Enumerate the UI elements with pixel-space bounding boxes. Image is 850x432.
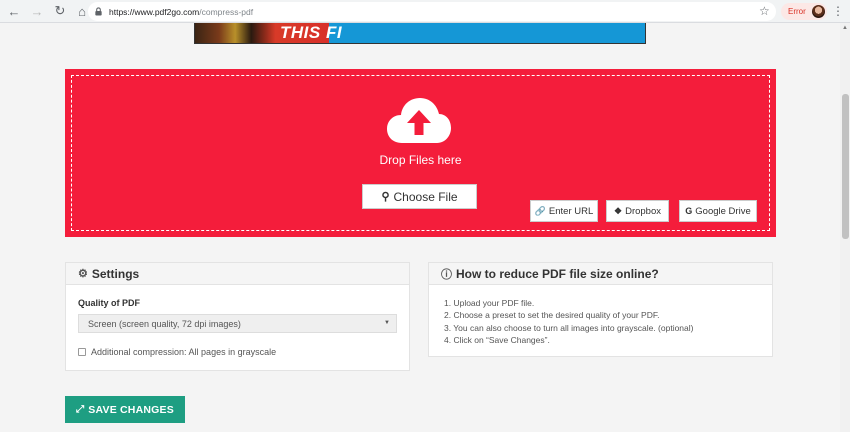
avatar xyxy=(812,5,825,18)
compress-arrows-icon: ⤢ xyxy=(76,404,85,415)
choose-file-button[interactable]: ⚲ Choose File xyxy=(362,184,477,209)
ad-banner[interactable]: THIS FI xyxy=(194,23,646,44)
grayscale-option[interactable]: Additional compression: All pages in gra… xyxy=(78,347,276,357)
google-drive-button[interactable]: G Google Drive xyxy=(679,200,757,222)
enter-url-label: Enter URL xyxy=(548,205,594,217)
back-arrow-icon[interactable]: ← xyxy=(5,2,23,20)
list-item: 4. Click on “Save Changes”. xyxy=(444,334,550,345)
caret-down-icon: ▼ xyxy=(384,320,390,326)
ad-text: THIS FI xyxy=(280,23,343,42)
settings-title: Settings xyxy=(91,266,140,281)
save-changes-label: SAVE CHANGES xyxy=(88,403,174,416)
settings-panel: ⚙ Settings Quality of PDF Screen (screen… xyxy=(65,262,410,371)
scroll-up-icon[interactable]: ▲ xyxy=(840,25,850,31)
dropbox-label: Dropbox xyxy=(625,205,661,217)
search-icon: ⚲ xyxy=(381,191,390,203)
howto-title: How to reduce PDF file size online? xyxy=(456,266,659,281)
profile-error-button[interactable]: Error xyxy=(781,3,827,20)
quality-label: Quality of PDF xyxy=(78,298,141,308)
grayscale-checkbox[interactable] xyxy=(78,348,86,356)
settings-header: ⚙ Settings xyxy=(66,263,409,285)
howto-header: ⓘ How to reduce PDF file size online? xyxy=(429,263,772,285)
list-item: 1. Upload your PDF file. xyxy=(444,298,535,308)
reload-icon[interactable]: ↻ xyxy=(51,2,69,20)
cloud-upload-icon xyxy=(387,98,451,143)
error-label: Error xyxy=(788,7,806,16)
list-item: 3. You can also choose to turn all image… xyxy=(444,322,694,333)
bookmark-star-icon[interactable]: ☆ xyxy=(759,4,770,18)
forward-arrow-icon[interactable]: → xyxy=(28,2,46,20)
drop-files-text: Drop Files here xyxy=(379,153,462,167)
lock-icon xyxy=(95,7,102,16)
list-item: 2. Choose a preset to set the desired qu… xyxy=(444,310,660,321)
howto-panel: ⓘ How to reduce PDF file size online? 1.… xyxy=(428,262,773,357)
google-icon: G xyxy=(685,206,693,216)
quality-select[interactable]: Screen (screen quality, 72 dpi images) ▼ xyxy=(78,314,397,333)
howto-steps: 1. Upload your PDF file. 2. Choose a pre… xyxy=(444,297,693,346)
url-path: /compress-pdf xyxy=(199,6,254,17)
gears-icon: ⚙ xyxy=(78,268,88,280)
choose-file-label: Choose File xyxy=(393,189,458,204)
browser-toolbar: ← → ↻ ⌂ https://www.pdf2go.com/compress-… xyxy=(0,0,850,23)
google-drive-label: Google Drive xyxy=(695,205,751,217)
link-icon: 🔗 xyxy=(534,205,546,216)
dropbox-button[interactable]: ❖ Dropbox xyxy=(606,200,669,222)
dropbox-icon: ❖ xyxy=(614,205,623,216)
menu-dots-icon[interactable]: ⋮ xyxy=(832,4,844,18)
save-changes-button[interactable]: ⤢ SAVE CHANGES xyxy=(65,396,185,423)
url-host: https://www.pdf2go.com xyxy=(109,6,200,17)
scroll-thumb[interactable] xyxy=(842,94,849,239)
grayscale-label: Additional compression: All pages in gra… xyxy=(91,347,277,357)
quality-value: Screen (screen quality, 72 dpi images) xyxy=(88,318,241,329)
address-bar[interactable]: https://www.pdf2go.com/compress-pdf xyxy=(88,2,776,21)
enter-url-button[interactable]: 🔗 Enter URL xyxy=(530,200,598,222)
page-scrollbar[interactable]: ▲ xyxy=(840,23,850,432)
info-circle-icon: ⓘ xyxy=(441,268,452,281)
